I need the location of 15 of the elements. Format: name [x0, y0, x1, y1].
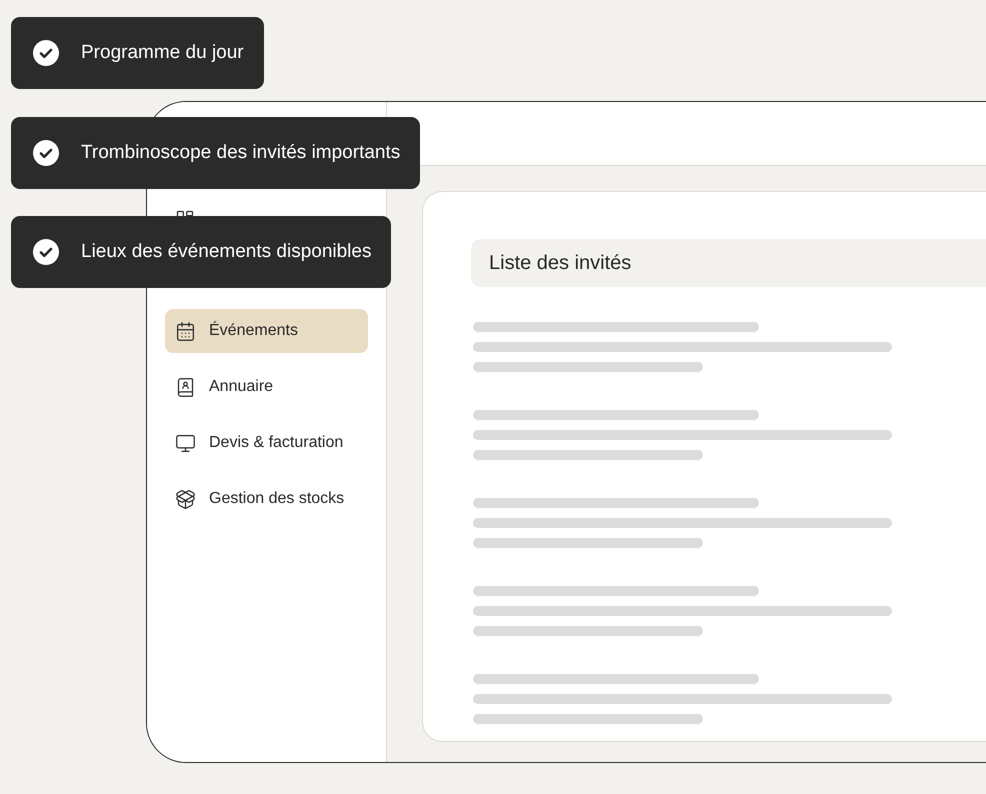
card-title: Liste des invités	[471, 239, 986, 287]
check-circle-icon	[33, 239, 59, 265]
badge-label: Lieux des événements disponibles	[81, 241, 372, 263]
sidebar-item[interactable]: Événements	[165, 309, 368, 353]
calendar-icon	[175, 320, 196, 342]
monitor-icon	[175, 432, 196, 454]
badge-label: Trombinoscope des invités importants	[81, 142, 400, 164]
badge-label: Programme du jour	[81, 42, 244, 64]
sidebar-item[interactable]: Gestion des stocks	[165, 477, 368, 521]
open-box-icon	[175, 488, 196, 510]
check-circle-icon	[33, 140, 59, 166]
sidebar-item[interactable]: Annuaire	[165, 365, 368, 409]
contact-book-icon	[175, 376, 196, 398]
check-circle-icon	[33, 40, 59, 66]
sidebar-item[interactable]: Devis & facturation	[165, 421, 368, 465]
